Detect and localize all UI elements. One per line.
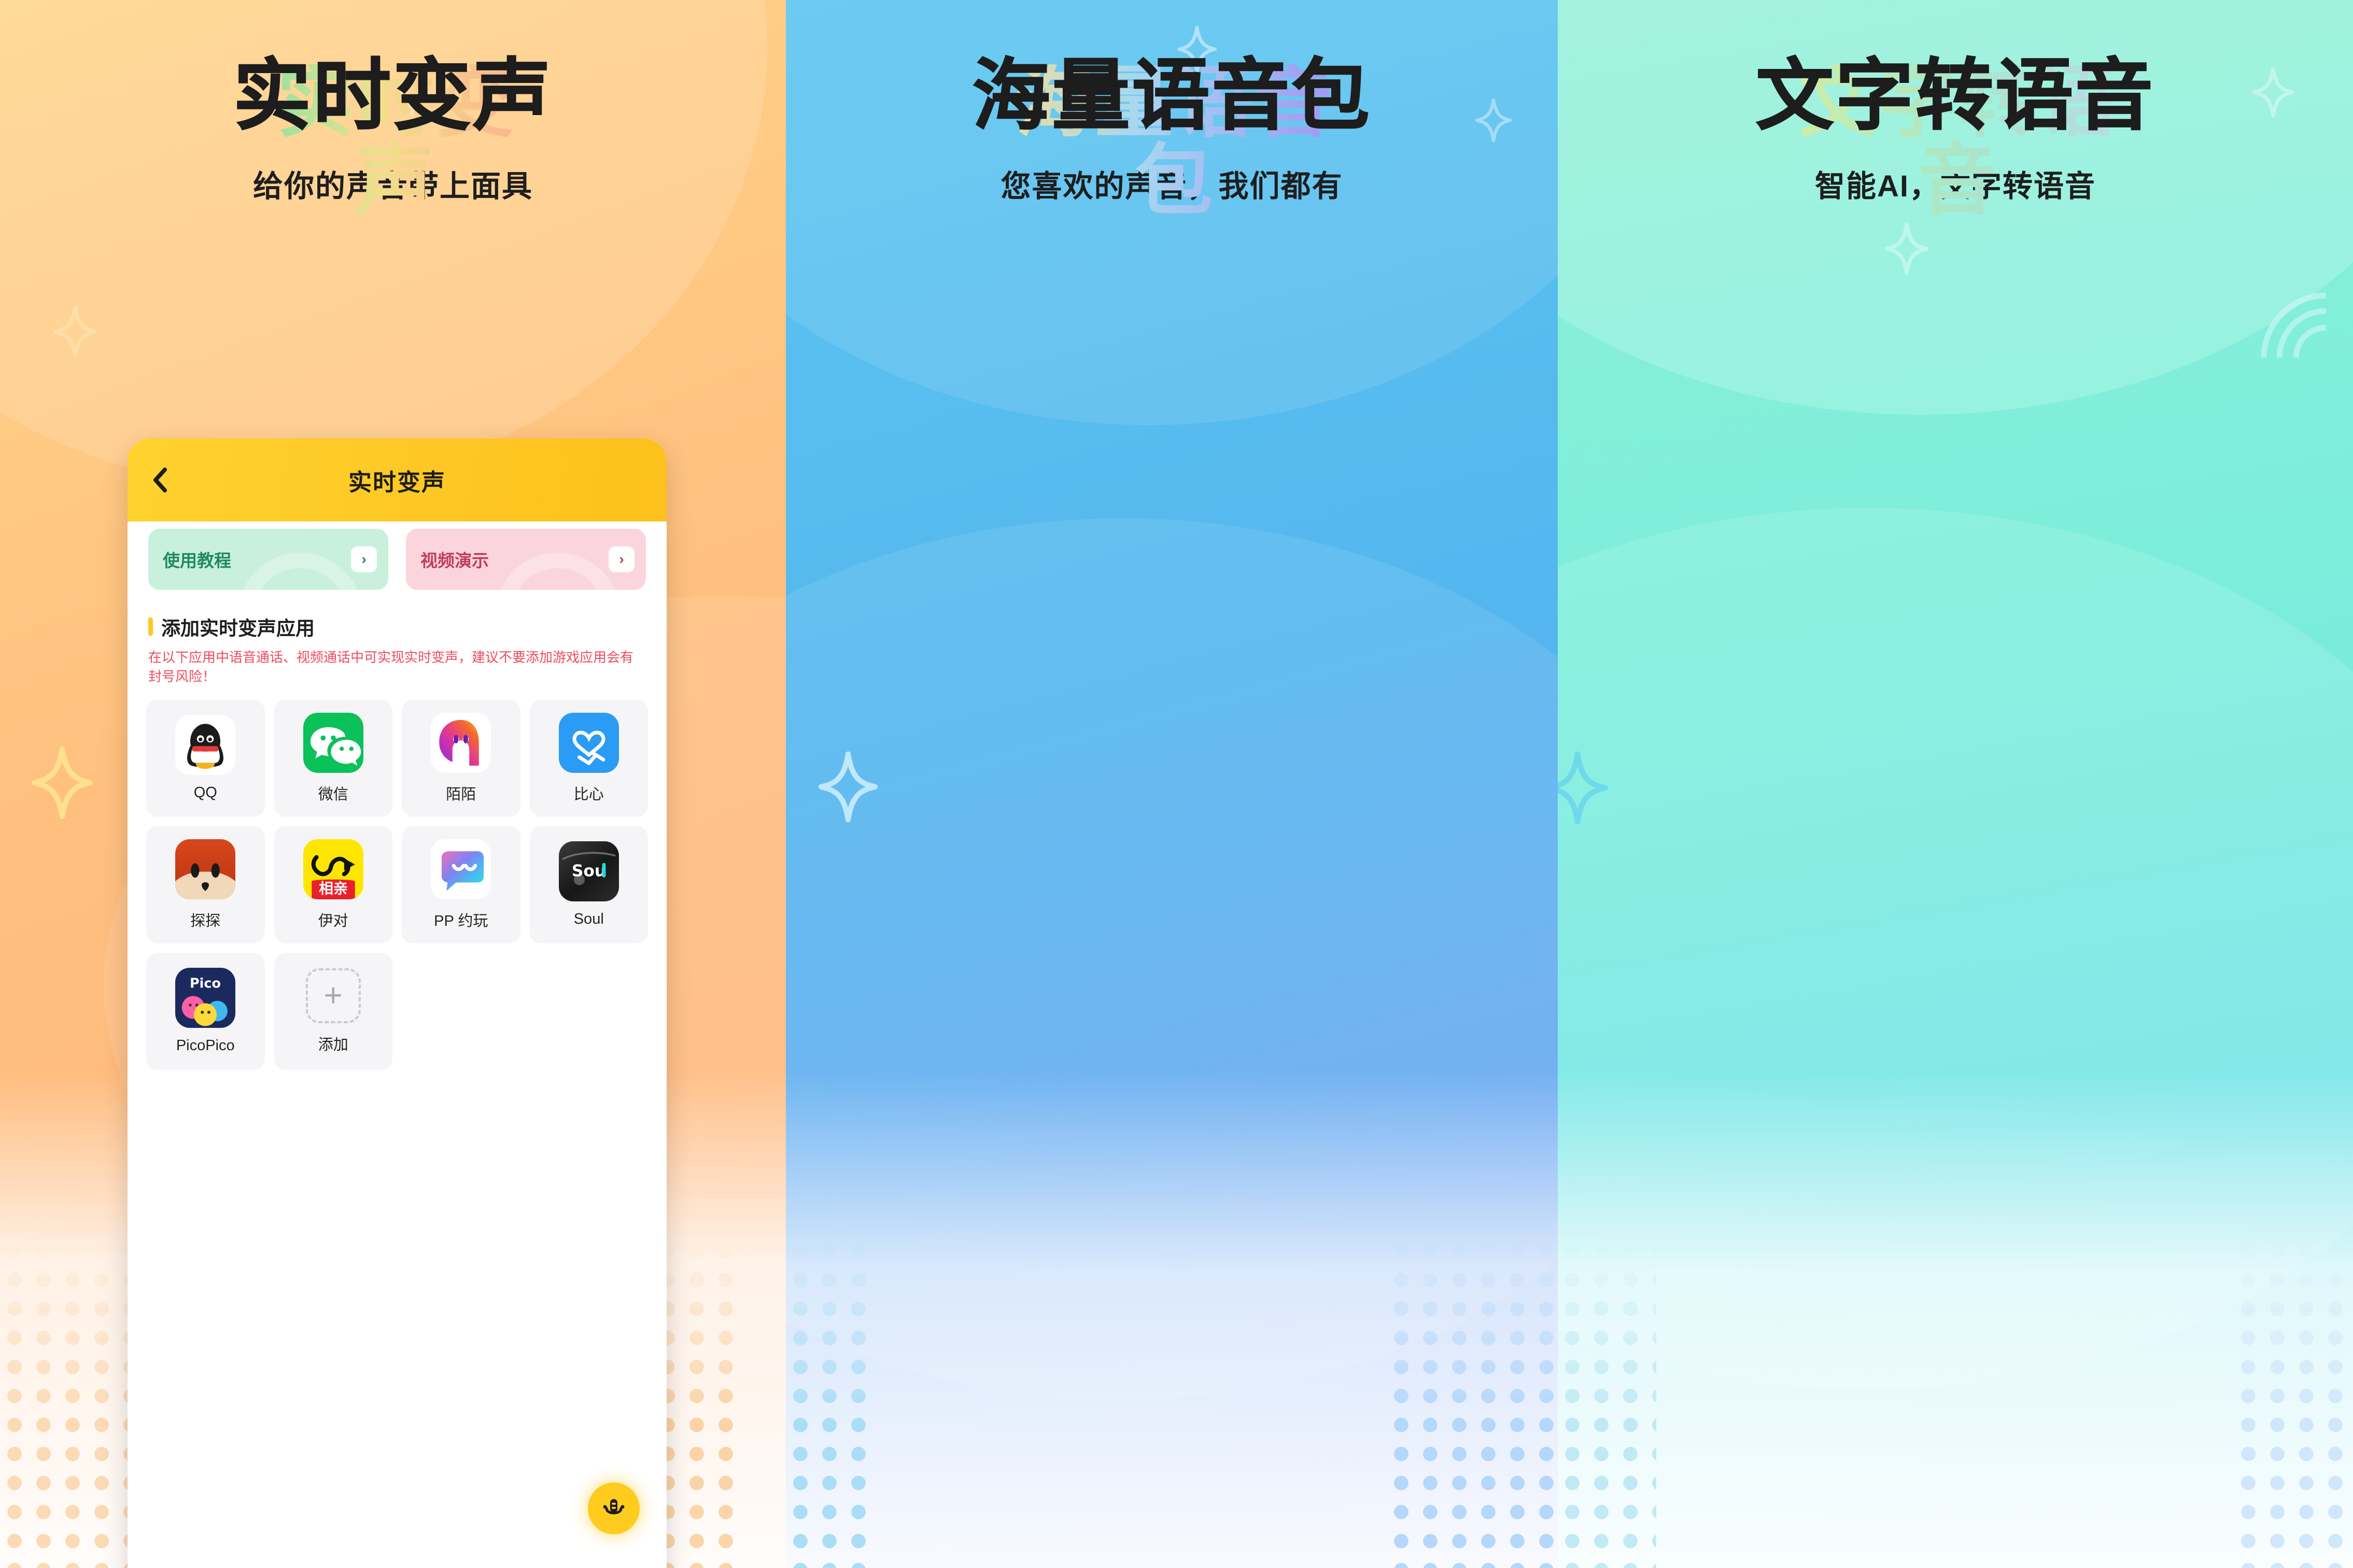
phone1-screen: 使用教程 › 视频演示 › 添加实时变声应用 在以下应用中语音通话、视频通话中可… [128, 521, 667, 1568]
section-title: 添加实时变声应用 [161, 618, 315, 639]
bg-dot-pattern-right [1387, 1236, 1558, 1568]
decor-arc [238, 553, 362, 590]
nav-bar: 实时变声 [128, 439, 667, 521]
svg-text:相亲: 相亲 [319, 880, 348, 897]
microphone-icon [603, 1499, 625, 1515]
tutorial-card-label: 使用教程 [163, 551, 231, 570]
bg-bottom-wash [1558, 1070, 2353, 1568]
chevron-left-icon[interactable] [149, 467, 172, 493]
sparkle-icon [1884, 223, 1929, 275]
app-item-add[interactable]: + 添加 [274, 952, 392, 1070]
app-grid: QQ 微信 陌陌 比心 探探 相亲 伊对 PP 约玩 Sou Soul Pico… [128, 686, 667, 1070]
picopico-icon: Pico [175, 968, 236, 1028]
chevron-right-icon: › [351, 546, 377, 572]
app-item-momo[interactable]: 陌陌 [402, 699, 520, 817]
soul-icon: Sou [558, 841, 619, 902]
bg-curve-bottom [786, 518, 1558, 1400]
decor-arc [496, 553, 620, 590]
bixin-icon [558, 712, 619, 773]
hero-block: 实时变声 实时变声 给你的声音带上面具 [0, 0, 786, 220]
hero-title: 海量语音包 海量语音包 [786, 56, 1558, 220]
quick-link-row: 使用教程 › 视频演示 › [128, 521, 667, 590]
bg-dot-pattern-left [786, 1236, 874, 1568]
qq-icon [175, 715, 236, 775]
app-label: Soul [573, 911, 604, 928]
bg-dot-pattern-left [1558, 1236, 1656, 1568]
app-label: 伊对 [318, 912, 348, 929]
app-store-promo-banner: 实时变声 实时变声 给你的声音带上面具 实时变声 使用教程 [0, 0, 2353, 1568]
hero-title-text: 海量语音包 [971, 51, 1372, 141]
hero-title-text: 文字转语音 [1755, 51, 2155, 141]
wechat-icon [303, 712, 363, 773]
plus-icon: + [305, 968, 361, 1023]
panel-voice-packs: 海量语音包 海量语音包 您喜欢的声音，我们都有 语音包 请输入您要找的语音包关键… [786, 0, 1558, 1568]
sparkle-icon [31, 746, 93, 819]
app-label: PicoPico [176, 1037, 235, 1054]
hero-title-text: 实时变声 [233, 51, 553, 141]
app-label: 探探 [190, 912, 221, 929]
app-label: 陌陌 [446, 786, 476, 803]
sparkle-icon [818, 752, 878, 822]
app-label: 微信 [318, 786, 348, 803]
page-title: 实时变声 [348, 469, 446, 496]
video-demo-card-label: 视频演示 [420, 551, 489, 570]
section-accent-bar [148, 617, 153, 636]
app-item-soul[interactable]: Sou Soul [529, 826, 648, 943]
hero-block: 海量语音包 海量语音包 您喜欢的声音，我们都有 [786, 0, 1558, 220]
video-demo-card[interactable]: 视频演示 › [406, 529, 646, 590]
tantan-icon [175, 839, 236, 899]
hero-title: 实时变声 实时变声 [0, 56, 786, 220]
yidui-icon: 相亲 [303, 839, 363, 899]
ppyuewan-icon [431, 839, 491, 899]
svg-text:Sou: Sou [572, 862, 606, 881]
chevron-right-icon: › [609, 546, 635, 572]
phone-mockup-1: 实时变声 使用教程 › 视频演示 › 添加实时变声应用 在以下应用中语音通话、视… [128, 439, 667, 1568]
hero-block: 文字转语音 文字转语音 智能AI，文字转语音 [1558, 0, 2353, 220]
microphone-fab-button[interactable] [588, 1482, 640, 1534]
app-item-qq[interactable]: QQ [146, 699, 265, 817]
app-item-ppyuewan[interactable]: PP 约玩 [402, 826, 520, 943]
hero-title: 文字转语音 文字转语音 [1558, 56, 2353, 220]
wifi-signal-icon [2248, 280, 2342, 373]
panel-text-to-speech: 文字转语音 文字转语音 智能AI，文字转语音 文字转语音 使用教程 [1558, 0, 2353, 1568]
app-label: 比心 [573, 786, 604, 803]
app-label: QQ [193, 784, 217, 801]
bg-curve-bottom [1558, 508, 2353, 1389]
svg-text:Pico: Pico [190, 976, 221, 992]
app-item-bixin[interactable]: 比心 [529, 699, 648, 817]
app-item-picopico[interactable]: Pico PicoPico [146, 952, 265, 1070]
bg-dot-pattern-right [2234, 1236, 2353, 1568]
app-label: PP 约玩 [434, 912, 488, 929]
app-item-tantan[interactable]: 探探 [146, 826, 265, 943]
sparkle-icon [1558, 752, 1609, 824]
sparkle-icon [53, 306, 97, 358]
momo-icon [431, 712, 491, 773]
bg-bottom-wash [786, 1070, 1558, 1568]
section-header-add-apps: 添加实时变声应用 [128, 590, 667, 641]
app-item-yidui[interactable]: 相亲 伊对 [274, 826, 392, 943]
panel-realtime-voice-changer: 实时变声 实时变声 给你的声音带上面具 实时变声 使用教程 [0, 0, 786, 1568]
app-item-wechat[interactable]: 微信 [274, 699, 392, 817]
warning-text: 在以下应用中语音通话、视频通话中可实现实时变声，建议不要添加游戏应用会有封号风险… [148, 649, 634, 684]
app-label: 添加 [318, 1036, 348, 1053]
tutorial-card[interactable]: 使用教程 › [148, 529, 388, 590]
